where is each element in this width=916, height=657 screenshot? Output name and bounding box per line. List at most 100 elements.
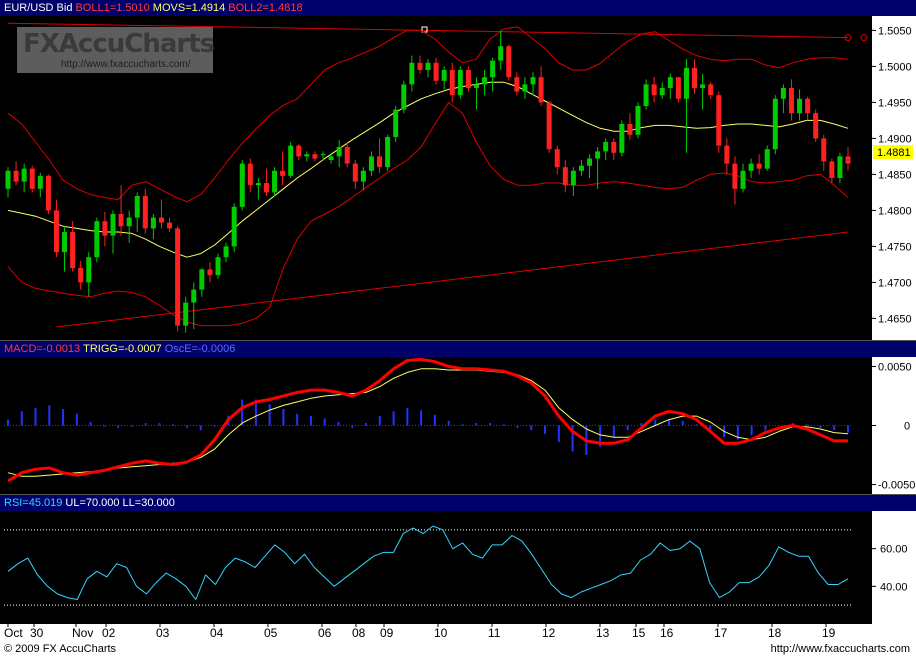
candle-bull [441,70,447,81]
price-tick-label: 1.5000 [878,61,912,73]
candle-bear [102,221,108,236]
candle-bear [70,232,76,268]
candle-bear [29,168,35,189]
date-tick-label: 10 [434,626,448,640]
candle-bear [465,70,471,88]
candle-bull [425,62,431,70]
candle-bear [813,113,819,139]
price-tick-label: 1.5050 [878,25,912,37]
candle-bear [175,228,181,326]
date-tick-label: 05 [264,626,278,640]
candle-bull [409,62,415,85]
candle-bull [191,289,197,303]
candle-bull [587,158,593,166]
date-tick-label: 13 [596,626,610,640]
date-tick-label: 08 [352,626,366,640]
candle-bull [134,196,140,218]
date-tick-label: Nov [72,626,93,640]
candle-bull [360,170,366,182]
candle-bull [21,168,27,182]
date-tick-label: Oct [4,626,23,640]
candle-bear [280,170,286,176]
candle-bear [708,84,714,96]
candle-bull [320,154,326,156]
candle-bear [829,161,835,178]
candle-bear [78,268,84,283]
candle-bear [756,163,762,169]
price-tick-label: 1.4850 [878,169,912,181]
candle-bull [223,246,229,258]
price-tick-label: 1.4700 [878,277,912,289]
candle-bull [482,77,488,85]
candle-bull [764,149,770,169]
candle-bull [288,145,294,176]
candle-bull [635,106,641,135]
rsi-axis-bg [872,511,916,624]
candle-bear [805,98,811,114]
date-tick-label: 11 [488,626,501,640]
date-tick-label: 18 [768,626,782,640]
candle-bull [643,84,649,106]
candle-bull [700,84,706,88]
candle-bull [603,142,609,152]
candle-bear [611,142,617,153]
macd-trigger-line [7,368,849,477]
candle-bull [304,154,310,157]
footer-copyright: © 2009 FX AccuCharts [4,643,117,655]
date-tick-label: 02 [102,626,116,640]
candle-bull [837,156,843,178]
date-tick-label: 30 [30,626,44,640]
date-tick-label: 03 [156,626,170,640]
candle-bull [255,183,261,186]
chart-canvas[interactable]: 1.5050 1.5000 1.4950 1.4900 1.4850 1.4800 1.47… [0,0,916,641]
candle-bull [126,217,132,227]
candle-bear [506,46,512,78]
candle-bear [788,88,794,114]
candle-bull [62,232,68,253]
candle-bull [659,88,665,96]
candle-bull [393,109,399,137]
candle-bull [94,221,100,258]
candle-bull [110,214,116,236]
candle-bull [498,46,504,61]
candle-bear [247,163,253,186]
rsi-tick-label: 40.00 [880,581,908,593]
candle-bear [651,84,657,96]
date-tick-label: 04 [210,626,224,640]
price-tick-label: 1.4950 [878,97,912,109]
candle-bull [37,175,43,189]
macd-tick-label: -0.0050 [878,480,915,492]
date-tick-label: 15 [632,626,646,640]
candle-bull [740,170,746,189]
candle-bull [336,147,342,157]
candle-bull [570,170,576,186]
candle-bull [328,156,334,160]
date-tick-label: 12 [542,626,556,640]
candle-bull [199,269,205,290]
candle-bear [263,183,269,193]
candle-bear [514,77,520,92]
footer-url[interactable]: http://www.fxaccucharts.com [771,641,910,657]
candle-bear [692,67,698,88]
candle-bear [53,210,59,253]
candle-bull [797,98,803,114]
candle-bear [158,217,164,223]
candle-bull [772,98,778,150]
logo-wordmark: FXAccuCharts [23,29,215,59]
candle-bear [207,269,213,276]
candle-bull [595,151,601,159]
date-tick-label: 16 [660,626,674,640]
candle-bull [530,77,536,85]
candle-bull [473,84,479,88]
candle-bull [231,206,237,247]
candle-bear [344,147,350,164]
trendline-end-marker [860,34,868,42]
candle-bull [5,170,11,189]
candle-bull [385,136,391,168]
candle-bull [401,84,407,110]
candle-bear [352,163,358,182]
bollinger-lower-line [7,101,849,327]
candle-bear [13,170,19,182]
date-tick-label: 06 [318,626,332,640]
candle-bull [578,165,584,171]
